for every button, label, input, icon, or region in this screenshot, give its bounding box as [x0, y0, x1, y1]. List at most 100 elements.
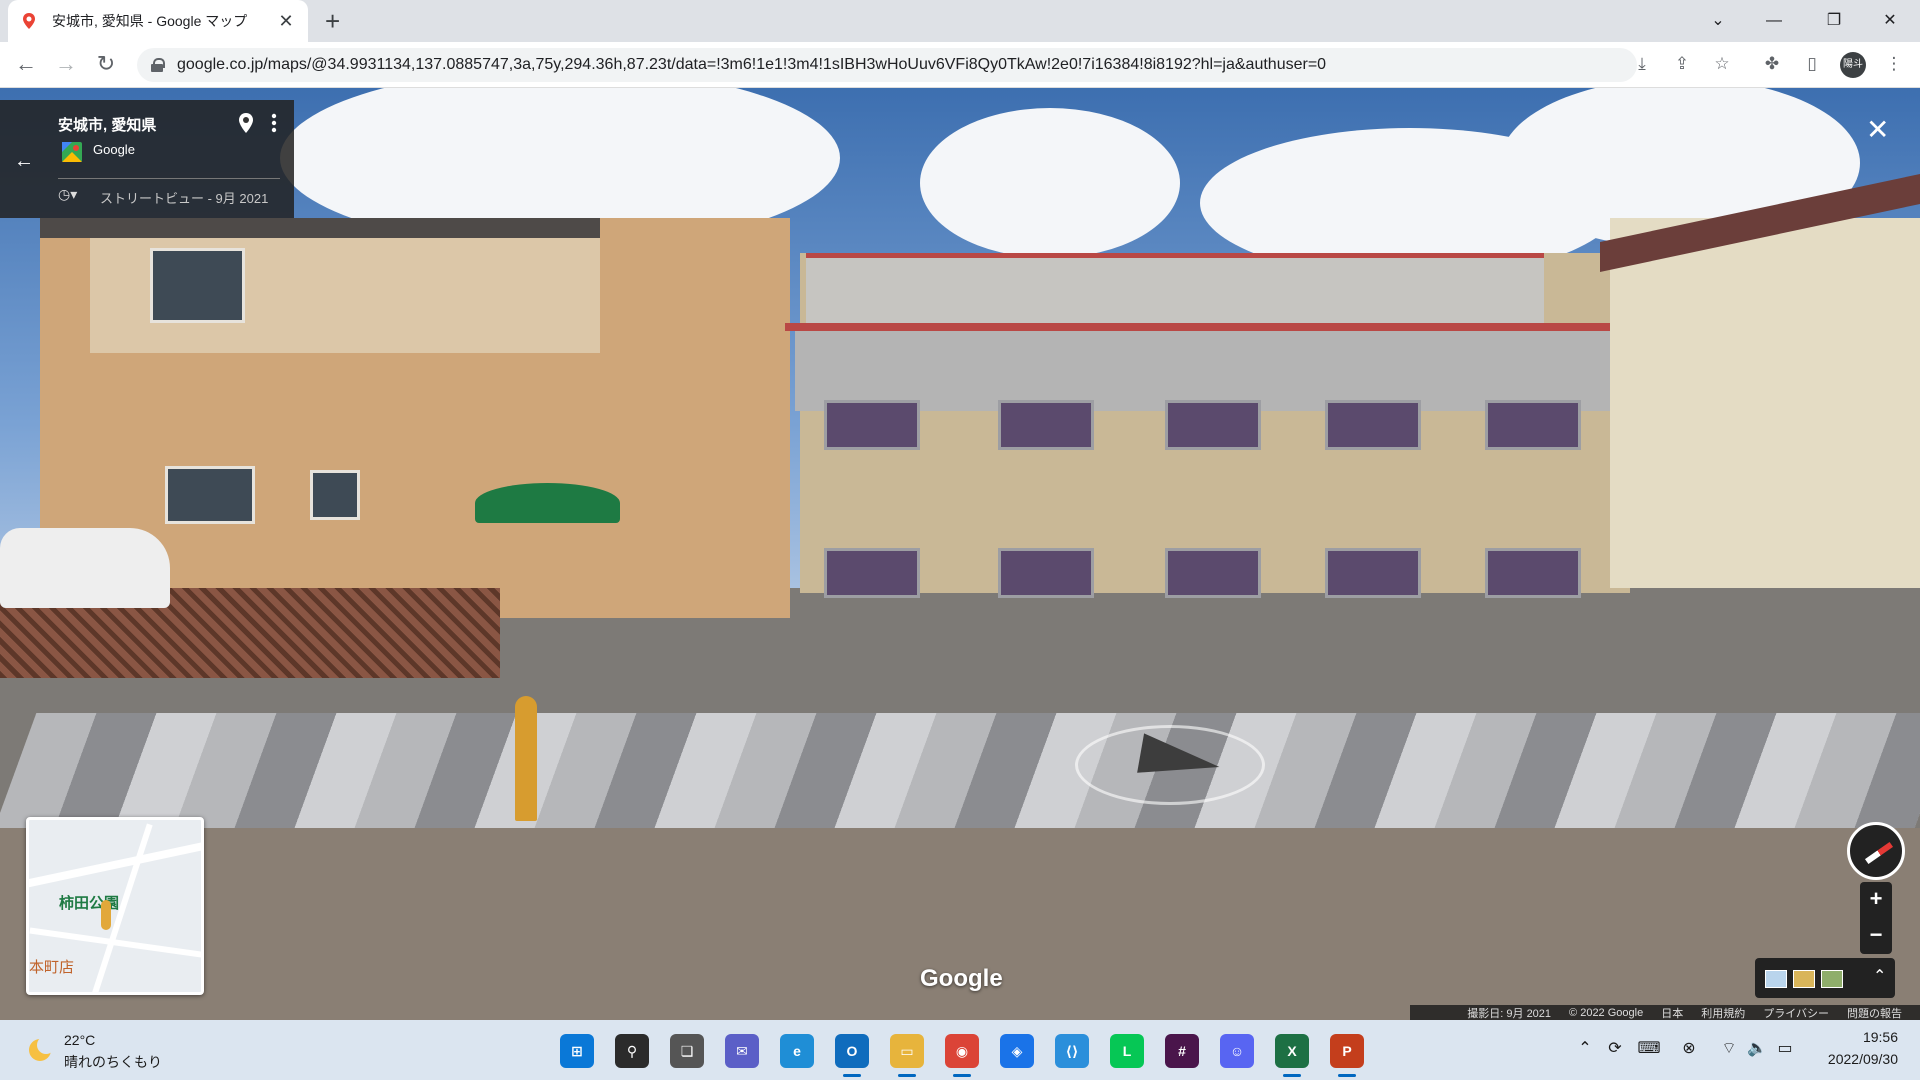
battery-icon[interactable]: ▭	[1772, 1038, 1798, 1058]
taskbar-teams-icon[interactable]: ✉	[725, 1034, 759, 1068]
place-title[interactable]: 安城市, 愛知県	[58, 114, 156, 135]
tab-google-maps[interactable]: 安城市, 愛知県 - Google マップ ✕	[8, 0, 308, 42]
google-watermark: Google	[920, 965, 1003, 992]
tab-search-icon[interactable]: ⌄	[1692, 4, 1744, 38]
balcony	[1325, 400, 1421, 450]
share-icon[interactable]: ⇪	[1668, 50, 1696, 78]
more-options-icon[interactable]	[268, 112, 280, 134]
show-hidden-icons-icon[interactable]: ⌃	[1572, 1038, 1598, 1058]
balcony	[998, 548, 1094, 598]
forward-icon[interactable]: →	[50, 48, 82, 80]
taskbar-edge-icon[interactable]: e	[780, 1034, 814, 1068]
location-pin-icon[interactable]	[236, 112, 256, 134]
left-building-roof	[40, 218, 600, 238]
layer-thumbnail[interactable]	[1765, 970, 1787, 988]
weather-temperature[interactable]: 22°C	[64, 1032, 95, 1048]
country-link[interactable]: 日本	[1661, 1005, 1683, 1021]
right-building	[1610, 218, 1920, 588]
windows-taskbar: 22°C 晴れのちくもり ⊞ ⚲ ❏ ✉ e O ▭ ◉ ◈ ⟨⟩ L # ☺ X P ⌃ ⟳ ⌨ ⊗ ⌔ …	[0, 1020, 1920, 1080]
close-streetview-icon[interactable]: ✕	[1866, 116, 1889, 144]
taskbar-start-icon[interactable]: ⊞	[560, 1034, 594, 1068]
address-bar[interactable]: google.co.jp/maps/@34.9931134,137.088574…	[137, 48, 1637, 82]
balcony	[1325, 548, 1421, 598]
pegman-icon	[101, 900, 111, 930]
taskbar-slack-icon[interactable]: #	[1165, 1034, 1199, 1068]
back-to-map-icon[interactable]: ←	[14, 150, 34, 173]
expand-layers-icon[interactable]: ⌃	[1873, 966, 1886, 986]
report-problem-link[interactable]: 問題の報告	[1847, 1005, 1902, 1021]
time-travel-history-icon[interactable]: ◷▾	[58, 186, 88, 208]
taskbar-task-view-icon[interactable]: ❏	[670, 1034, 704, 1068]
running-indicator	[953, 1074, 971, 1077]
install-icon[interactable]: ⤓	[1628, 50, 1656, 78]
weather-condition[interactable]: 晴れのちくもり	[64, 1052, 162, 1072]
balcony	[1485, 400, 1581, 450]
close-window-button[interactable]: ✕	[1864, 4, 1916, 38]
imagery-provider: Google	[93, 142, 135, 157]
green-umbrella	[475, 483, 620, 523]
chrome-menu-icon[interactable]: ⋮	[1880, 50, 1908, 78]
running-indicator	[843, 1074, 861, 1077]
vpn-icon[interactable]: ⊗	[1676, 1038, 1702, 1058]
maximize-button[interactable]: ❐	[1808, 4, 1860, 38]
google-maps-pin-icon	[23, 13, 35, 29]
zoom-in-button[interactable]: +	[1860, 882, 1892, 916]
url-text[interactable]: google.co.jp/maps/@34.9931134,137.088574…	[177, 56, 1637, 74]
new-tab-button[interactable]: +	[325, 8, 340, 34]
running-indicator	[1283, 1074, 1301, 1077]
taskbar-search-icon[interactable]: ⚲	[615, 1034, 649, 1068]
building-window	[310, 470, 360, 520]
clock-date[interactable]: 2022/09/30	[1800, 1051, 1898, 1067]
apartment-top-floor	[806, 253, 1544, 323]
zoom-out-button[interactable]: −	[1860, 918, 1892, 952]
layer-thumbnail[interactable]	[1793, 970, 1815, 988]
terms-link[interactable]: 利用規約	[1701, 1005, 1745, 1021]
side-panel-icon[interactable]: ▯	[1798, 50, 1826, 78]
google-maps-logo-icon	[62, 142, 82, 162]
balcony	[824, 548, 920, 598]
minimap-town-label: 本町店	[29, 959, 75, 976]
minimap[interactable]: 柿田公園 本町店	[26, 817, 204, 995]
minimap-road	[29, 839, 201, 889]
street-view-panorama[interactable]	[0, 88, 1920, 1020]
balcony	[998, 400, 1094, 450]
lock-icon[interactable]	[151, 58, 165, 72]
balcony	[824, 400, 920, 450]
taskbar-discord-icon[interactable]: ☺	[1220, 1034, 1254, 1068]
weather-moon-icon[interactable]	[26, 1036, 54, 1064]
parked-car	[0, 528, 170, 608]
taskbar-powerpoint-icon[interactable]: P	[1330, 1034, 1364, 1068]
copyright: © 2022 Google	[1569, 1007, 1644, 1019]
compass-icon[interactable]	[1847, 822, 1905, 880]
taskbar-line-icon[interactable]: L	[1110, 1034, 1144, 1068]
wifi-icon[interactable]: ⌔	[1716, 1038, 1742, 1058]
taskbar-outlook-icon[interactable]: O	[835, 1034, 869, 1068]
taskbar-vscode-icon[interactable]: ⟨⟩	[1055, 1034, 1089, 1068]
attribution-footer: 撮影日: 9月 2021 © 2022 Google 日本 利用規約 プライバシ…	[1410, 1005, 1920, 1021]
bookmark-star-icon[interactable]: ☆	[1708, 50, 1736, 78]
keyboard-icon[interactable]: ⌨	[1636, 1038, 1662, 1058]
volume-icon[interactable]: 🔈	[1744, 1038, 1770, 1058]
balcony	[1165, 548, 1261, 598]
reload-icon[interactable]: ↻	[90, 48, 122, 80]
layer-thumbnail[interactable]	[1821, 970, 1843, 988]
building-window	[165, 466, 255, 524]
tab-close-icon[interactable]: ✕	[276, 11, 296, 32]
imagery-layers-panel[interactable]: ⌃	[1755, 958, 1895, 998]
clock-time[interactable]: 19:56	[1820, 1029, 1898, 1045]
taskbar-excel-icon[interactable]: X	[1275, 1034, 1309, 1068]
taskbar-explorer-icon[interactable]: ▭	[890, 1034, 924, 1068]
minimize-button[interactable]: —	[1748, 4, 1800, 38]
apartment-siding	[795, 331, 1620, 411]
profile-avatar[interactable]: 陽斗	[1840, 52, 1866, 78]
tab-strip: 安城市, 愛知県 - Google マップ ✕ + ⌄ — ❐ ✕	[0, 0, 1920, 42]
taskbar-chrome-icon[interactable]: ◉	[945, 1034, 979, 1068]
capture-date: 撮影日: 9月 2021	[1467, 1008, 1552, 1020]
sync-icon[interactable]: ⟳	[1602, 1038, 1628, 1058]
extensions-icon[interactable]: ✤	[1758, 50, 1786, 78]
taskbar-maps-icon[interactable]: ◈	[1000, 1034, 1034, 1068]
compass-needle	[1864, 841, 1894, 865]
balcony	[1485, 548, 1581, 598]
back-icon[interactable]: ←	[10, 48, 42, 80]
privacy-link[interactable]: プライバシー	[1763, 1005, 1829, 1021]
